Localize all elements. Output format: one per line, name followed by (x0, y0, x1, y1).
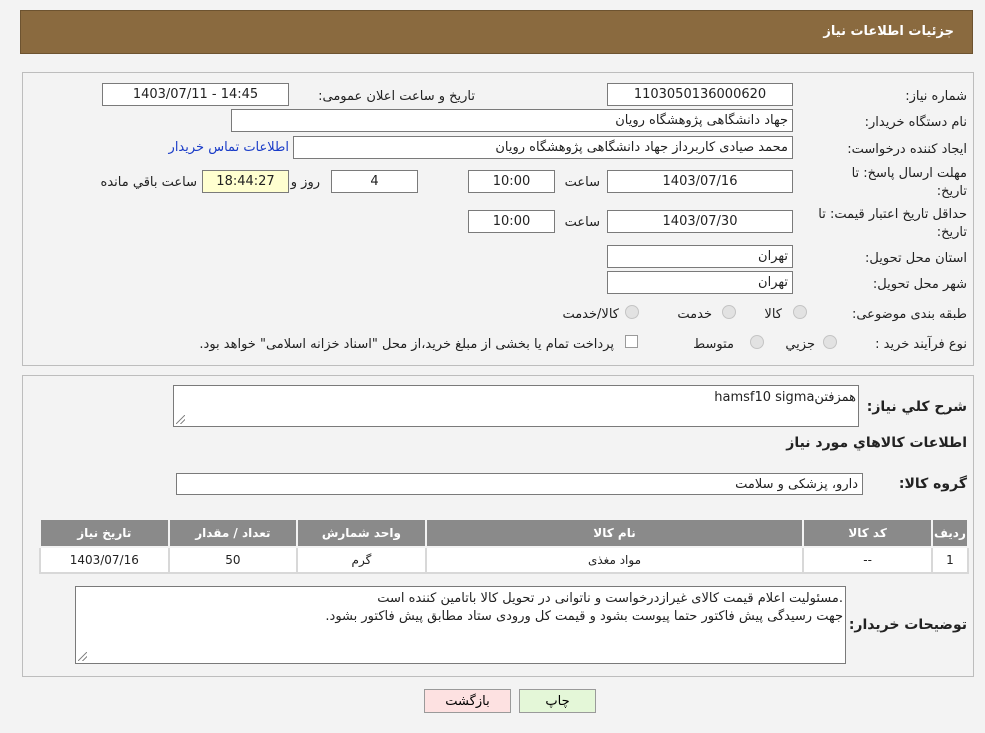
price-validity-time-label: ساعت (564, 215, 600, 230)
print-button[interactable]: چاپ (519, 689, 596, 713)
goods-table-header: رديف کد کالا نام کالا واحد شمارش تعداد /… (39, 518, 970, 548)
page-title: جزئیات اطلاعات نیاز (823, 24, 954, 39)
resize-handle-icon[interactable] (176, 415, 185, 424)
goods-table: رديف کد کالا نام کالا واحد شمارش تعداد /… (39, 518, 970, 574)
category-goods-service-radio[interactable] (625, 305, 639, 319)
category-label: طبقه بندی موضوعی: (851, 307, 967, 322)
price-validity-time-field: 10:00 (468, 210, 555, 233)
col-row-number: رديف (930, 518, 970, 548)
page-header: جزئیات اطلاعات نیاز (20, 10, 973, 54)
province-field: تهران (607, 245, 793, 268)
price-validity-label: حداقل تاریخ اعتبار قیمت: تا (818, 207, 967, 222)
col-goods-code: کد کالا (802, 518, 933, 548)
col-unit: واحد شمارش (296, 518, 427, 548)
summary-label: شرح كلي نياز: (866, 399, 967, 415)
price-validity-label-date: تاریخ: (936, 225, 967, 240)
reply-time-field: 10:00 (468, 170, 555, 193)
cell-need-date: 1403/07/16 (39, 546, 170, 574)
need-number-field: 1103050136000620 (607, 83, 793, 106)
category-goods-service-label: کالا/خدمت (562, 307, 619, 322)
cell-quantity: 50 (167, 546, 299, 574)
goods-group-field: دارو، پزشکی و سلامت (176, 473, 863, 495)
province-label: استان محل تحویل: (865, 251, 967, 266)
process-medium-radio[interactable] (750, 335, 764, 349)
col-need-date: تاریخ نیاز (39, 518, 170, 548)
city-field: تهران (607, 271, 793, 294)
summary-text: hamsf10 sigmaهمزفتن (714, 390, 856, 405)
buyer-org-label: نام دستگاه خریدار: (864, 115, 967, 130)
cell-goods-code: -- (802, 546, 933, 574)
requester-field: محمد صیادی کاربرداز جهاد دانشگاهی پژوهشگ… (293, 136, 793, 159)
announce-datetime-label: تاریخ و ساعت اعلان عمومی: (318, 89, 475, 104)
need-number-label: شماره نیاز: (905, 89, 967, 104)
col-quantity: تعداد / مقدار (167, 518, 299, 548)
category-goods-label: کالا (764, 307, 782, 322)
city-label: شهر محل تحویل: (872, 277, 967, 292)
announce-datetime-field: 1403/07/11 - 14:45 (102, 83, 289, 106)
requester-label: ایجاد کننده درخواست: (847, 142, 967, 157)
remaining-days-field: 4 (331, 170, 418, 193)
category-service-radio[interactable] (722, 305, 736, 319)
resize-handle-icon[interactable] (78, 652, 87, 661)
col-goods-name: نام کالا (424, 518, 805, 548)
summary-textarea[interactable]: hamsf10 sigmaهمزفتن (173, 385, 859, 427)
reply-deadline-label-date: تاریخ: (936, 184, 967, 199)
remaining-time-label: ساعت باقي مانده (100, 175, 197, 190)
category-goods-radio[interactable] (793, 305, 807, 319)
reply-time-label: ساعت (564, 175, 600, 190)
buyer-notes-textarea[interactable]: .مسئولیت اعلام قیمت کالای غیرازدرخواست و… (75, 586, 846, 664)
remaining-time-field: 18:44:27 (202, 170, 289, 193)
process-minor-label: جزيي (785, 337, 815, 352)
process-minor-radio[interactable] (823, 335, 837, 349)
buyer-org-field: جهاد دانشگاهی پژوهشگاه رویان (231, 109, 793, 132)
buyer-notes-line-1: .مسئولیت اعلام قیمت کالای غیرازدرخواست و… (377, 591, 843, 606)
treasury-payment-checkbox[interactable] (625, 335, 638, 348)
remaining-days-label: روز و (290, 175, 320, 190)
goods-group-label: گروه كالا: (898, 476, 967, 492)
cell-goods-name: مواد مغذی (424, 546, 805, 574)
price-validity-date-field: 1403/07/30 (607, 210, 793, 233)
process-label: نوع فرآیند خرید : (875, 337, 967, 352)
back-button[interactable]: بازگشت (424, 689, 511, 713)
cell-row-number: 1 (930, 546, 970, 574)
cell-unit: گرم (296, 546, 427, 574)
category-service-label: خدمت (677, 307, 712, 322)
reply-deadline-label: مهلت ارسال پاسخ: تا (851, 166, 967, 181)
reply-date-field: 1403/07/16 (607, 170, 793, 193)
process-medium-label: متوسط (693, 337, 734, 352)
goods-info-title: اطلاعات كالاهاي مورد نياز (786, 435, 967, 451)
treasury-payment-note: پرداخت تمام یا بخشی از مبلغ خرید،از محل … (199, 337, 614, 352)
buyer-contact-link[interactable]: اطلاعات تماس خریدار (169, 140, 289, 155)
buyer-notes-label: توضیحات خریدار: (848, 617, 967, 633)
table-row: 1 -- مواد مغذی گرم 50 1403/07/16 (39, 546, 970, 574)
buyer-notes-line-2: جهت رسیدگی پیش فاکتور حتما پیوست بشود و … (325, 609, 843, 624)
